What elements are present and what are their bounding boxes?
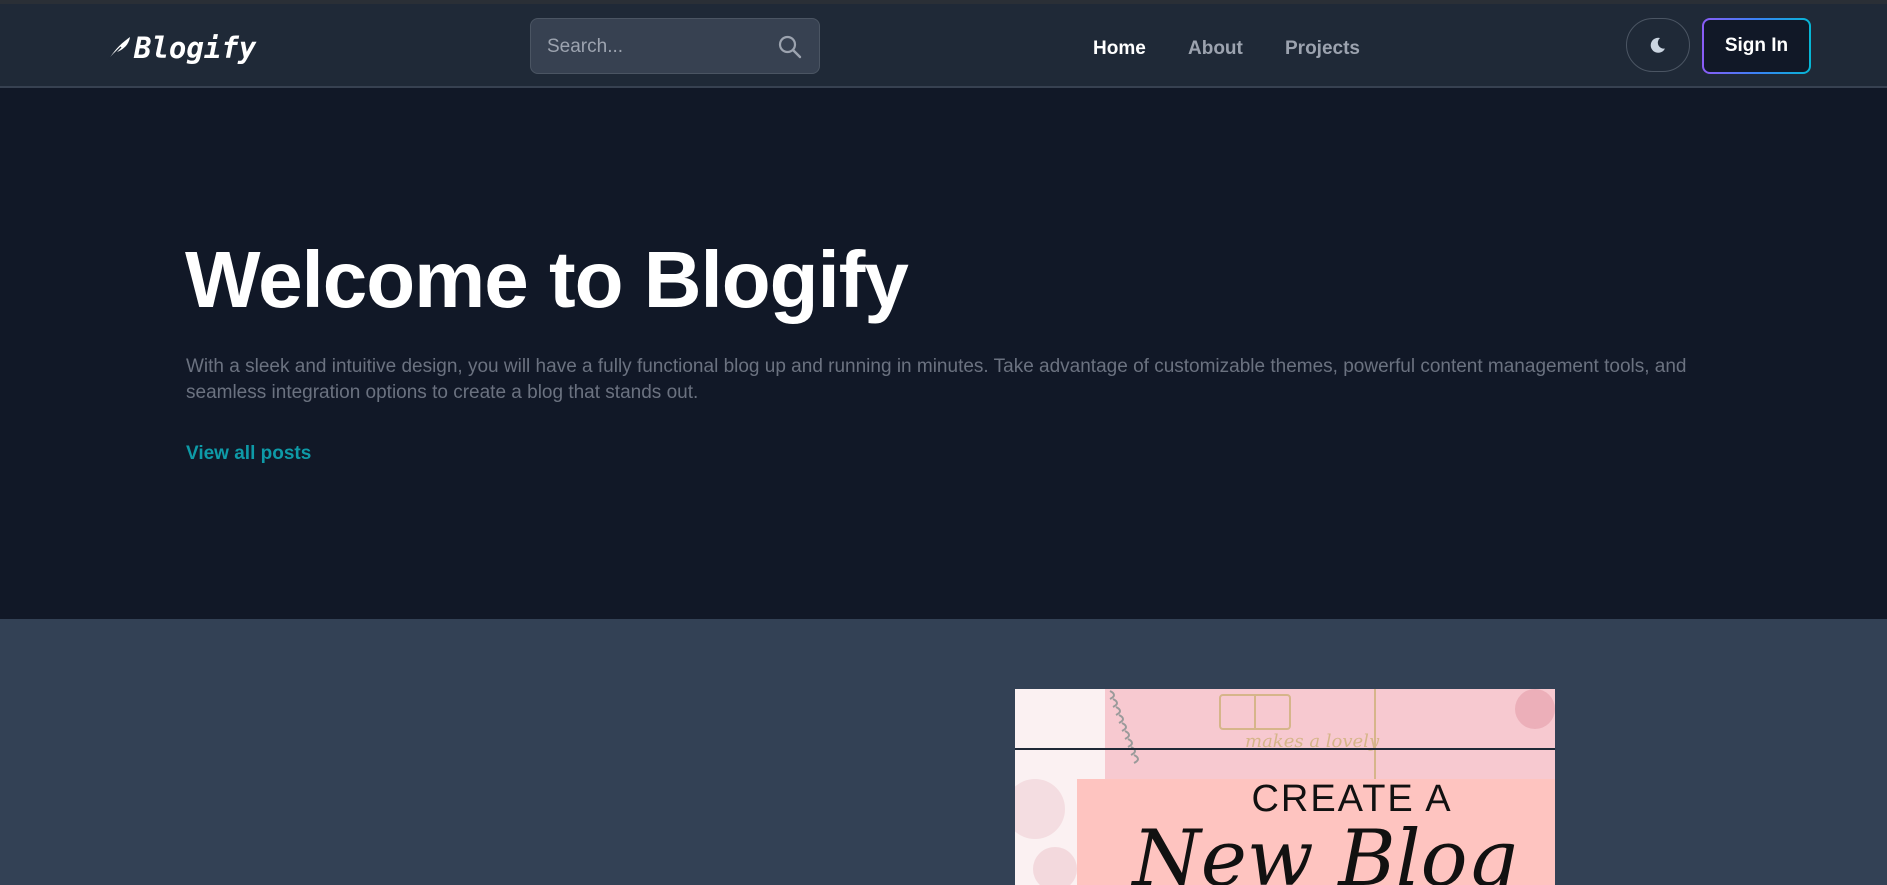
feather-icon [108,37,130,60]
nav-projects[interactable]: Projects [1285,38,1360,60]
brand-name: Blogify [134,31,257,65]
cover-script: New Blog [1130,814,1517,885]
navbar: Blogify Home About Projects Sign In [0,4,1887,88]
brand-logo[interactable]: Blogify [106,28,256,68]
theme-toggle-button[interactable] [1626,18,1690,72]
view-all-posts-link[interactable]: View all posts [186,443,311,465]
hero-description: With a sleek and intuitive design, you w… [186,356,1687,403]
moon-icon [1650,37,1665,53]
search-icon[interactable] [777,34,803,60]
search-box [530,18,820,75]
featured-blog-image[interactable]: makes a lovely CREATE A New Blog [1015,689,1555,885]
featured-section: makes a lovely CREATE A New Blog [0,619,1887,885]
blog-cover-illustration: makes a lovely CREATE A New Blog [1015,689,1555,885]
nav-home[interactable]: Home [1093,38,1146,60]
nav-about[interactable]: About [1188,38,1243,60]
sign-in-button[interactable]: Sign In [1704,20,1809,72]
search-input[interactable] [545,19,769,75]
hero-section: Welcome to Blogify With a sleek and intu… [0,88,1887,619]
sign-in-button-border: Sign In [1702,18,1811,74]
hero-title: Welcome to Blogify [185,235,909,324]
